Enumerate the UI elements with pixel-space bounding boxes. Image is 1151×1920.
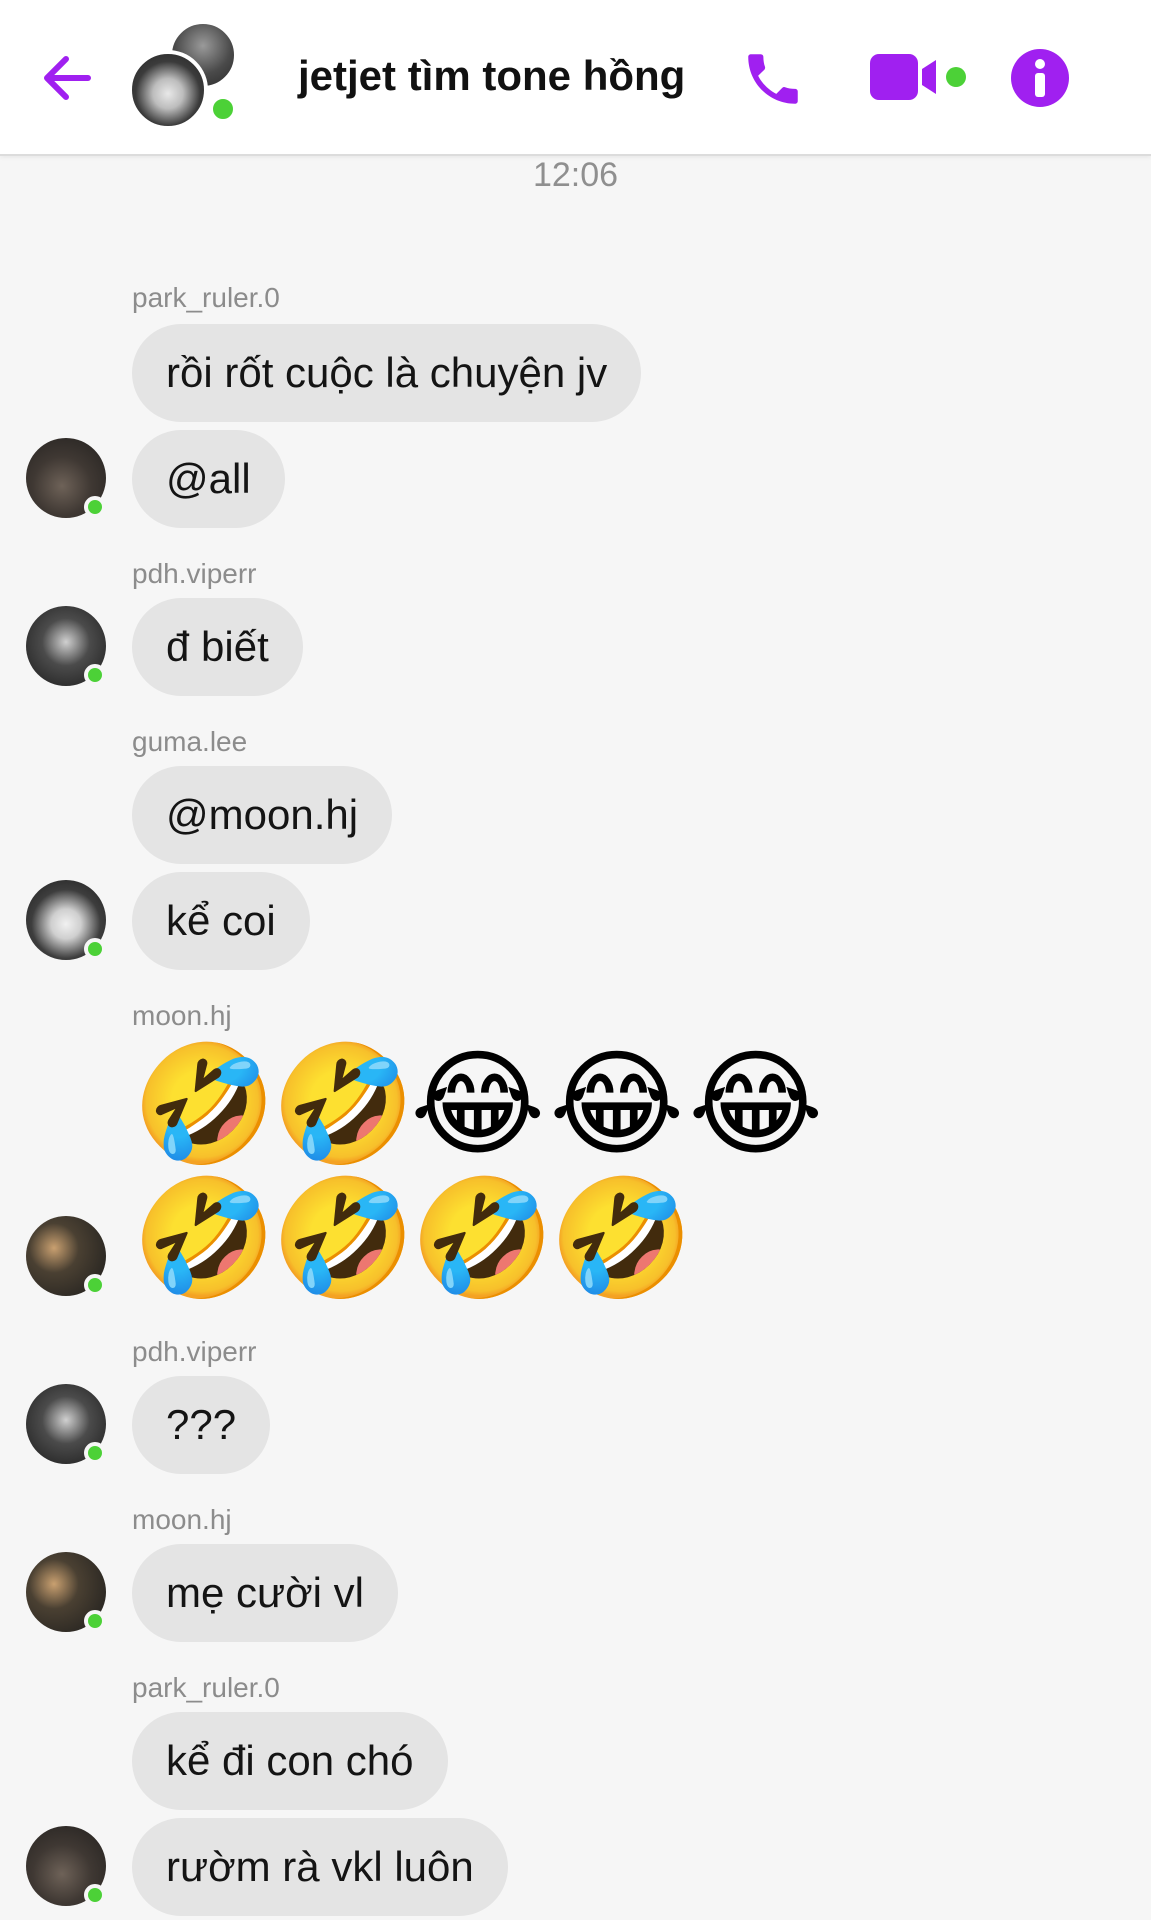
avatar[interactable] — [26, 1552, 106, 1632]
online-indicator — [84, 1274, 106, 1296]
avatar[interactable] — [26, 880, 106, 960]
online-indicator — [84, 1884, 106, 1906]
sender-name: moon.hj — [132, 1000, 232, 1031]
message-timestamp: 12:06 — [532, 156, 619, 194]
message-bubble[interactable]: @all — [132, 430, 285, 528]
video-camera-icon — [870, 54, 966, 100]
avatar[interactable] — [26, 606, 106, 686]
message-bubble[interactable]: đ biết — [132, 598, 303, 696]
message-bubble[interactable]: kể coi — [132, 872, 310, 970]
avatar[interactable] — [26, 1826, 106, 1906]
rolling-laughing-emoji: 🤣 — [271, 1171, 416, 1306]
group-avatar[interactable] — [128, 18, 248, 130]
avatar[interactable] — [26, 1384, 106, 1464]
phone-icon — [748, 54, 798, 104]
group-member-avatar — [128, 50, 208, 130]
back-button[interactable] — [36, 48, 100, 108]
online-indicator — [84, 496, 106, 518]
emoji-message-row[interactable]: 🤣🤣😂😂😂 — [132, 1040, 827, 1170]
sender-name: park_ruler.0 — [132, 282, 280, 313]
message-bubble[interactable]: ??? — [132, 1376, 271, 1474]
avatar[interactable] — [26, 438, 106, 518]
message-bubble[interactable]: rườm rà vkl luôn — [132, 1818, 508, 1916]
rolling-laughing-emoji: 🤣 — [271, 1037, 416, 1172]
sender-name: pdh.viperr — [132, 1336, 257, 1367]
sender-name: park_ruler.0 — [132, 1672, 280, 1703]
rolling-laughing-emoji: 🤣 — [410, 1171, 555, 1306]
info-button[interactable] — [1010, 48, 1070, 108]
conversation-title[interactable]: jetjet tìm tone hồng — [298, 46, 685, 106]
online-indicator — [84, 1442, 106, 1464]
sender-name: pdh.viperr — [132, 558, 257, 589]
arrow-left-icon — [44, 56, 91, 100]
voice-call-button[interactable] — [740, 46, 806, 112]
online-indicator — [84, 938, 106, 960]
conversation-header: jetjet tìm tone hồng — [0, 0, 1151, 156]
message-bubble[interactable]: @moon.hj — [132, 766, 393, 864]
rolling-laughing-emoji: 🤣 — [132, 1037, 277, 1172]
online-indicator — [84, 664, 106, 686]
rolling-laughing-emoji: 🤣 — [132, 1171, 277, 1306]
online-indicator — [208, 94, 238, 124]
emoji-message-row[interactable]: 🤣🤣🤣🤣 — [132, 1171, 694, 1306]
sender-name: guma.lee — [132, 726, 248, 757]
video-call-button[interactable] — [868, 52, 978, 102]
online-indicator — [84, 1610, 106, 1632]
message-bubble[interactable]: rồi rốt cuộc là chuyện jv — [132, 324, 642, 422]
message-bubble[interactable]: mẹ cười vl — [132, 1544, 399, 1642]
tears-of-joy-emoji: 😂 — [410, 1037, 546, 1172]
sender-name: moon.hj — [132, 1504, 232, 1535]
info-icon — [1011, 49, 1069, 107]
message-bubble[interactable]: kể đi con chó — [132, 1712, 448, 1810]
avatar[interactable] — [26, 1216, 106, 1296]
tears-of-joy-emoji: 😂 — [688, 1037, 824, 1172]
rolling-laughing-emoji: 🤣 — [549, 1171, 694, 1306]
tears-of-joy-emoji: 😂 — [549, 1037, 685, 1172]
